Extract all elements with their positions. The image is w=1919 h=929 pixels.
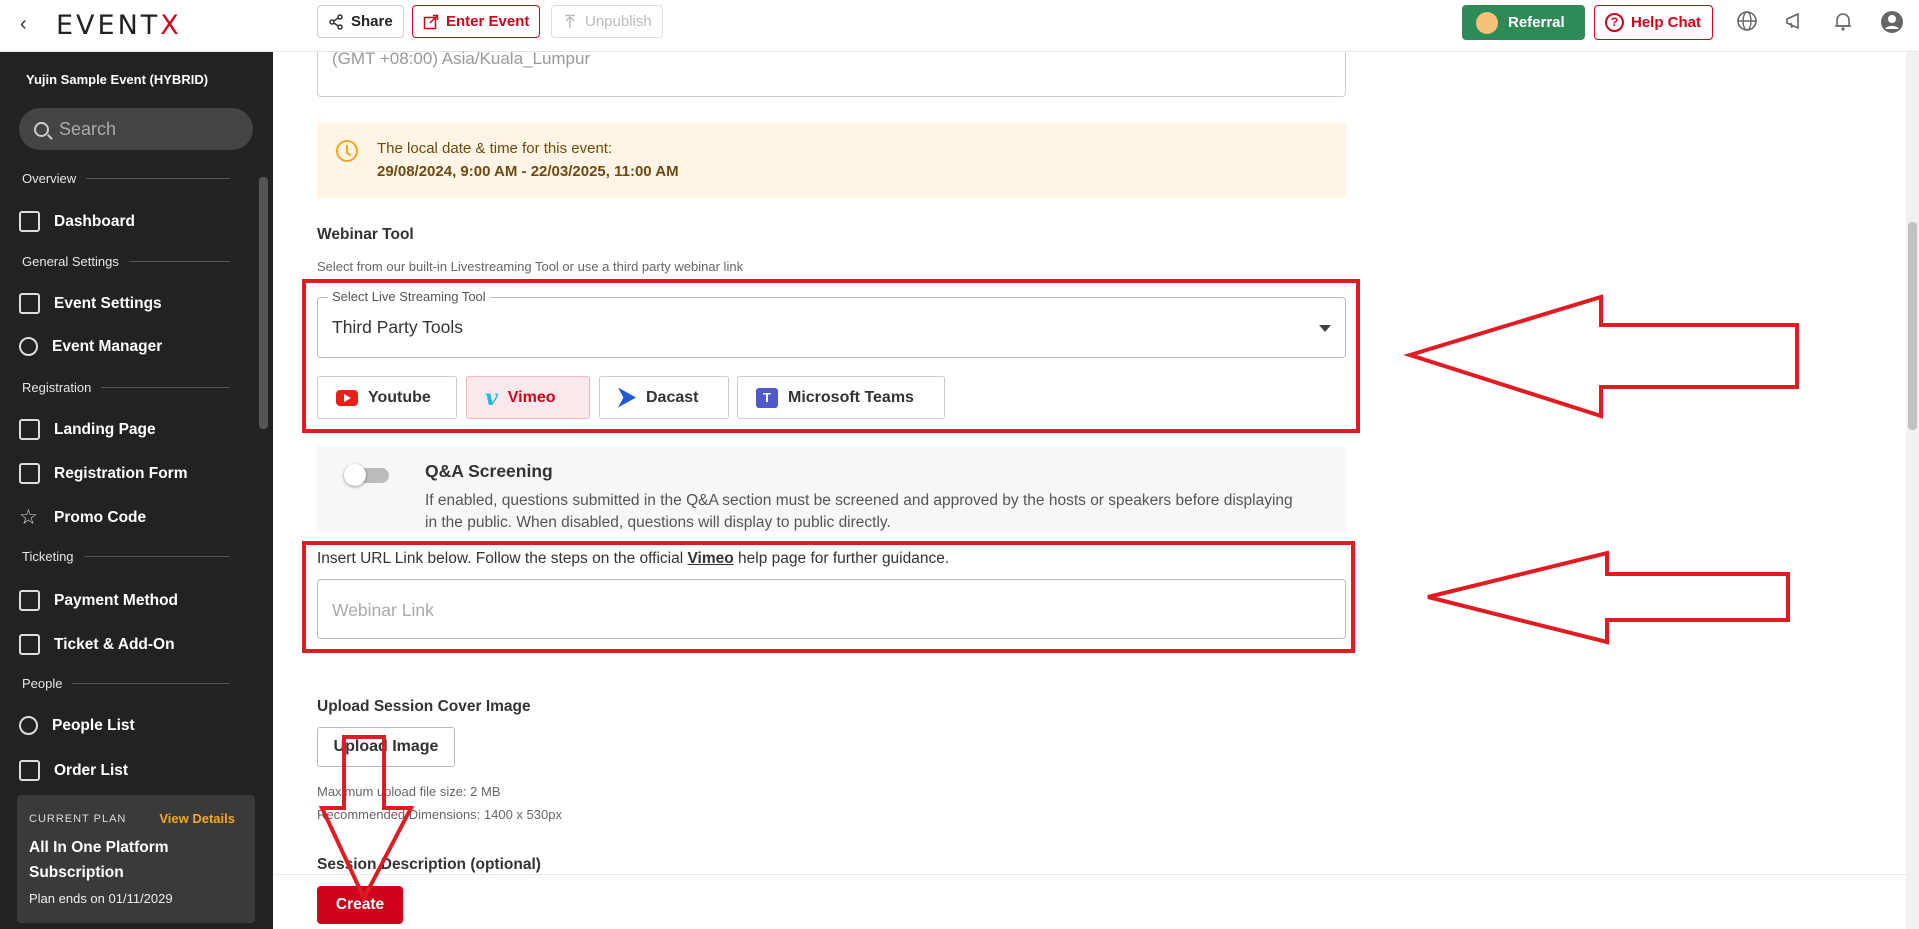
- logo-text: EVENT: [56, 10, 161, 41]
- webinar-tool-title: Webinar Tool: [317, 226, 414, 243]
- settings-icon: [19, 293, 40, 314]
- layout-icon: [19, 419, 40, 440]
- section-label: Ticketing: [22, 549, 74, 564]
- plan-name: All In One Platform Subscription: [29, 839, 169, 881]
- megaphone-icon[interactable]: [1783, 10, 1807, 34]
- sidebar-item-label: Event Settings: [54, 294, 162, 312]
- eventx-logo[interactable]: EVENTX: [56, 10, 182, 41]
- star-icon: ☆: [19, 506, 38, 529]
- upload-cover-title: Upload Session Cover Image: [317, 698, 531, 715]
- people-icon: [19, 716, 38, 735]
- bell-icon[interactable]: [1831, 10, 1855, 34]
- notice-text: The local date & time for this event:: [377, 140, 613, 157]
- upload-icon: [562, 14, 578, 30]
- receipt-icon: [19, 760, 40, 781]
- section-label: Registration: [22, 380, 92, 395]
- local-time-notice: The local date & time for this event: 29…: [317, 123, 1346, 198]
- event-name: Yujin Sample Event (HYBRID): [26, 72, 209, 87]
- ticket-icon: [19, 634, 40, 655]
- handshake-icon: [1476, 11, 1498, 34]
- sidebar-item-dashboard[interactable]: Dashboard: [19, 211, 135, 232]
- search-placeholder: Search: [59, 118, 117, 139]
- search-icon: [34, 121, 49, 137]
- current-plan-card: CURRENT PLAN View Details All In One Pla…: [17, 795, 255, 923]
- qa-screening-title: Q&A Screening: [425, 461, 553, 481]
- sidebar-item-order-list[interactable]: Order List: [19, 760, 128, 781]
- page-scrollbar[interactable]: [1906, 52, 1919, 929]
- section-general-settings: General Settings: [22, 254, 230, 269]
- session-description-title: Session Description (optional): [317, 856, 541, 873]
- upload-image-button[interactable]: Upload Image: [317, 727, 455, 767]
- upload-size-hint: Maximum upload file size: 2 MB: [317, 784, 501, 799]
- sidebar-item-event-manager[interactable]: Event Manager: [19, 337, 162, 356]
- main-content: (GMT +08:00) Asia/Kuala_Lumpur The local…: [273, 42, 1919, 929]
- sidebar-item-label: Order List: [54, 761, 129, 779]
- form-footer: Create: [273, 874, 1919, 929]
- unpublish-button[interactable]: Unpublish: [551, 5, 663, 38]
- sidebar-item-payment-method[interactable]: Payment Method: [19, 590, 178, 611]
- search-input[interactable]: Search: [19, 108, 253, 150]
- enter-event-button[interactable]: Enter Event: [412, 5, 541, 38]
- create-label: Create: [335, 896, 385, 913]
- sidebar-item-label: People List: [52, 716, 135, 734]
- logo-x: X: [160, 10, 182, 41]
- share-button[interactable]: Share: [317, 5, 404, 38]
- notice-date-range: 29/08/2024, 9:00 AM - 22/03/2025, 11:00 …: [377, 163, 679, 180]
- sidebar-item-registration-form[interactable]: Registration Form: [19, 463, 187, 484]
- help-icon: ?: [1605, 13, 1624, 32]
- create-button[interactable]: Create: [317, 886, 403, 924]
- section-overview: Overview: [22, 171, 230, 186]
- chevron-left-icon[interactable]: ‹: [20, 13, 27, 36]
- plan-end-date: Plan ends on 01/11/2029: [29, 891, 173, 906]
- upload-button-label: Upload Image: [333, 738, 439, 755]
- clock-icon: [336, 140, 358, 162]
- sidebar-item-label: Landing Page: [54, 420, 156, 438]
- view-details-link[interactable]: View Details: [159, 811, 235, 826]
- section-label: General Settings: [22, 254, 119, 269]
- annotation-box-webinar-link: [302, 541, 1355, 653]
- help-chat-button[interactable]: ? Help Chat: [1594, 5, 1713, 40]
- upload-dimensions-hint: Recommended Dimensions: 1400 x 530px: [317, 807, 562, 822]
- sidebar-item-label: Registration Form: [54, 464, 188, 482]
- sidebar: Yujin Sample Event (HYBRID) Search Overv…: [0, 52, 273, 929]
- qa-screening-toggle[interactable]: [344, 464, 389, 486]
- webinar-tool-subtitle: Select from our built-in Livestreaming T…: [317, 259, 744, 274]
- calendar-icon: [19, 211, 40, 232]
- sidebar-item-label: Payment Method: [54, 591, 179, 609]
- section-label: Overview: [22, 171, 77, 186]
- help-chat-label: Help Chat: [1631, 14, 1702, 31]
- people-icon: [19, 337, 38, 356]
- section-label: People: [22, 676, 63, 691]
- sidebar-item-landing-page[interactable]: Landing Page: [19, 419, 156, 440]
- unpublish-label: Unpublish: [585, 13, 652, 30]
- section-ticketing: Ticketing: [22, 549, 230, 564]
- annotation-box-tool-select: [302, 279, 1360, 433]
- credit-card-icon: [19, 590, 40, 611]
- top-bar: ‹ EVENTX Share Enter Event Unpublish Ref…: [0, 0, 1919, 52]
- sidebar-item-label: Ticket & Add-On: [54, 635, 175, 653]
- toggle-knob: [344, 464, 366, 486]
- globe-icon[interactable]: [1735, 10, 1759, 34]
- sidebar-scrollbar[interactable]: [259, 177, 268, 429]
- table-icon: [19, 463, 40, 484]
- account-icon[interactable]: [1880, 10, 1904, 34]
- sidebar-item-label: Event Manager: [52, 337, 163, 355]
- qa-screening-description: If enabled, questions submitted in the Q…: [425, 492, 1293, 531]
- sidebar-item-event-settings[interactable]: Event Settings: [19, 293, 162, 314]
- referral-label: Referral: [1508, 14, 1565, 31]
- external-link-icon: [423, 14, 439, 30]
- section-people: People: [22, 676, 230, 691]
- share-label: Share: [351, 13, 393, 30]
- sidebar-item-people-list[interactable]: People List: [19, 716, 135, 735]
- scrollbar-thumb[interactable]: [1908, 222, 1917, 430]
- enter-event-label: Enter Event: [446, 13, 530, 30]
- sidebar-item-label: Promo Code: [54, 508, 147, 526]
- sidebar-item-ticket-addon[interactable]: Ticket & Add-On: [19, 634, 175, 655]
- referral-button[interactable]: Referral: [1462, 5, 1585, 40]
- sidebar-item-promo-code[interactable]: ☆ Promo Code: [19, 507, 146, 528]
- qa-screening-panel: Q&A Screening If enabled, questions subm…: [317, 446, 1346, 532]
- section-registration: Registration: [22, 380, 230, 395]
- share-icon: [328, 13, 344, 30]
- sidebar-item-label: Dashboard: [54, 212, 135, 230]
